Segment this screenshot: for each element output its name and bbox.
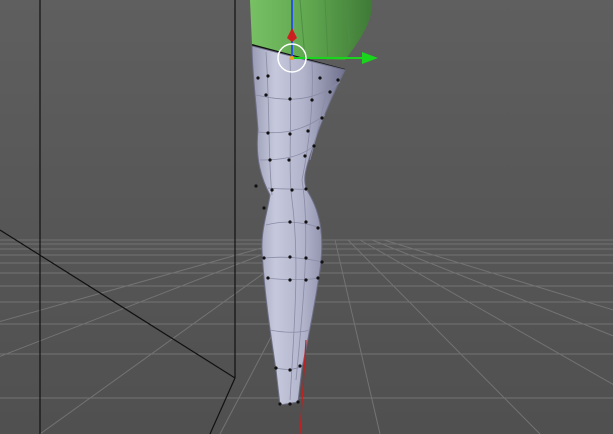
viewport-canvas[interactable]: [0, 0, 613, 434]
3d-viewport[interactable]: [0, 0, 613, 434]
scene-box-wireframe: [0, 0, 236, 434]
gizmo-center[interactable]: [290, 56, 294, 60]
leg-mesh[interactable]: [251, 45, 346, 406]
x-arrow-icon[interactable]: [362, 52, 378, 64]
